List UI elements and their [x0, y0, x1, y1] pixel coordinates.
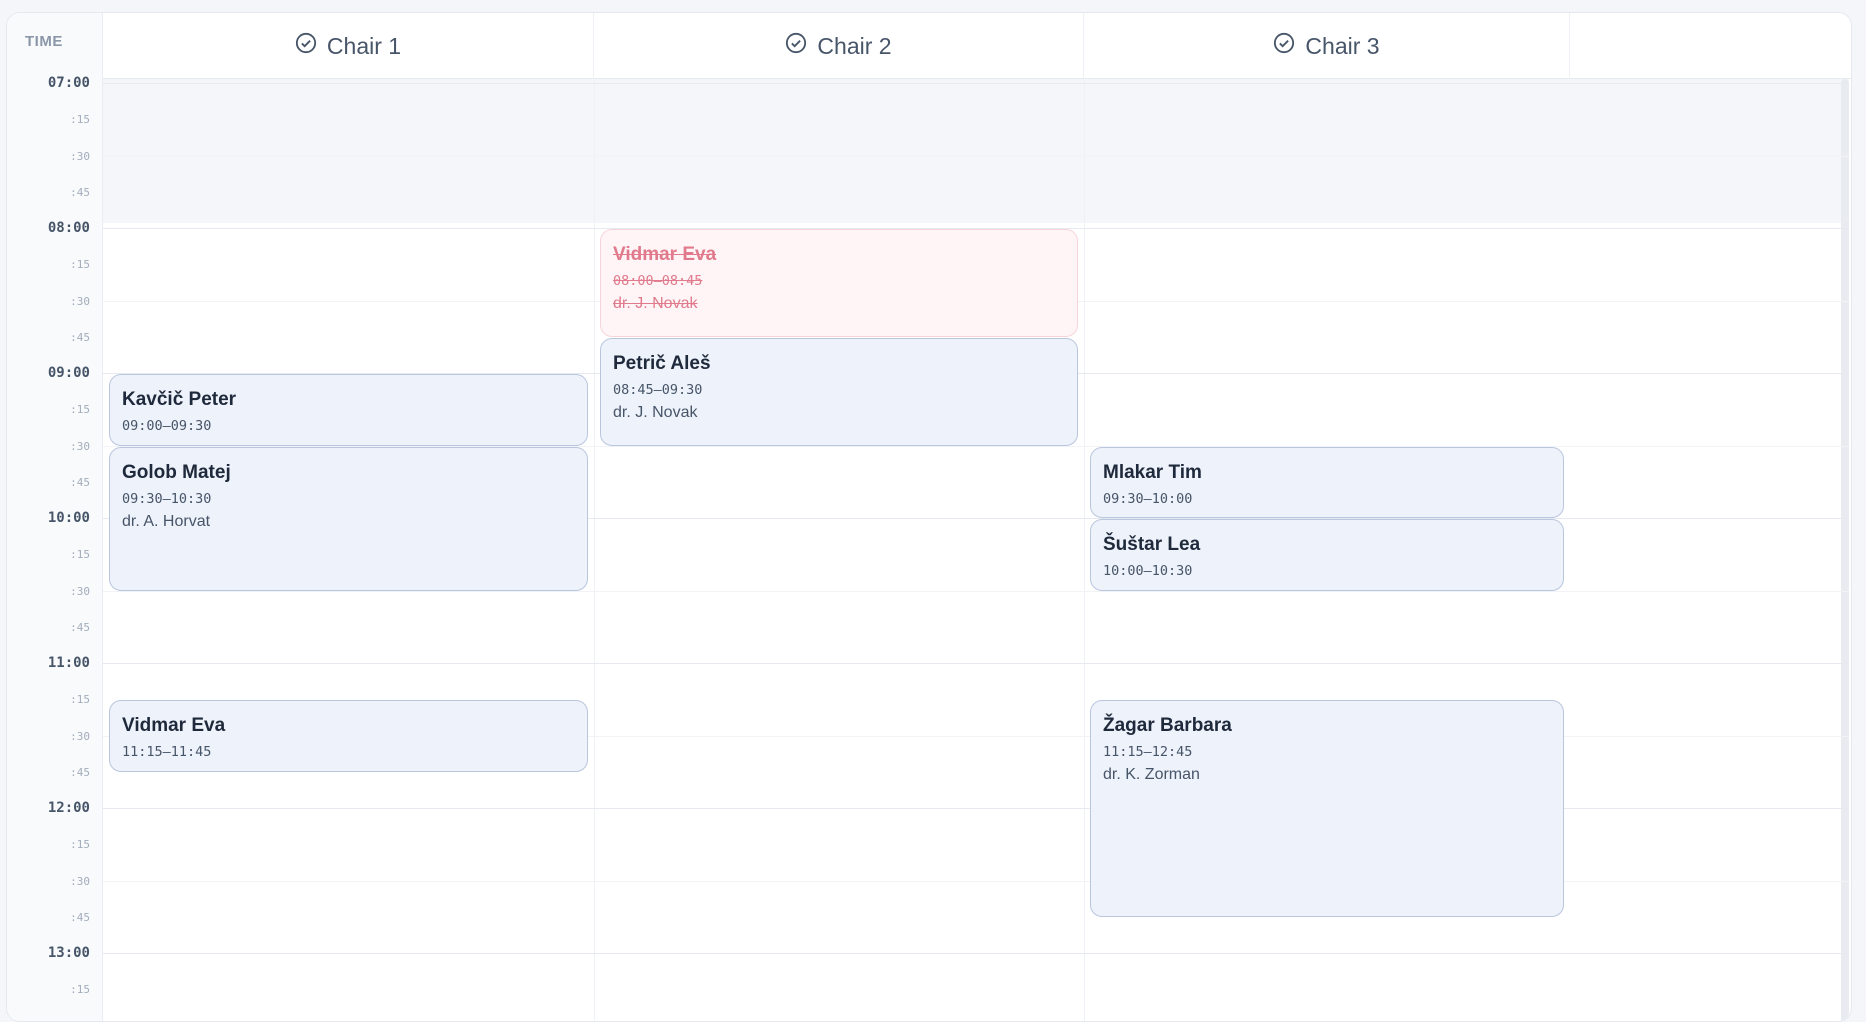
check-circle-icon	[1273, 32, 1295, 60]
time-label-quarter: :15	[70, 983, 90, 997]
appointment-patient-name: Vidmar Eva	[122, 715, 226, 737]
appointment-card[interactable]: Golob Matej 09:30–10:30 dr. A. Horvat	[109, 446, 588, 591]
appointment-time-range: 09:30–10:30	[122, 490, 212, 507]
appointment-card[interactable]: Mlakar Tim 09:30–10:00	[1090, 446, 1564, 518]
time-label-quarter: :15	[70, 693, 90, 707]
appointment-patient-name: Šuštar Lea	[1103, 534, 1201, 555]
time-label-hour: 12:00	[47, 800, 90, 816]
chair-2-header[interactable]: Chair 2	[594, 13, 1084, 79]
chair-3-label: Chair 3	[1305, 32, 1380, 59]
time-column: 07:00 :15 :30 :45 08:00 :15 :30 :45 09:00 :15 :30:…	[7, 75, 103, 1021]
appointment-patient-name: Golob Matej	[122, 461, 231, 483]
chair-3-header[interactable]: Chair 3	[1084, 13, 1570, 79]
hour-gridline	[103, 83, 1849, 84]
time-label-quarter: :45	[70, 620, 90, 634]
appointment-patient-name: Kavčič Peter	[122, 389, 237, 410]
time-label-quarter: :45	[70, 475, 90, 489]
appointment-time-range: 08:45–09:30	[613, 381, 703, 398]
appointment-card-cancelled[interactable]: Vidmar Eva 08:00–08:45 dr. J. Novak	[600, 229, 1078, 337]
hour-gridline	[103, 808, 1849, 809]
appointment-time-range: 08:00–08:45	[613, 273, 703, 289]
time-label-hour: 13:00	[47, 945, 90, 961]
appointment-card[interactable]: Kavčič Peter 09:00–09:30	[109, 374, 588, 446]
appointment-patient-name: Žagar Barbara	[1103, 715, 1232, 737]
time-label-quarter: :15	[70, 548, 90, 562]
time-label-quarter: :15	[70, 403, 90, 417]
time-label-quarter: :30	[70, 874, 90, 888]
time-label-quarter: :45	[70, 185, 90, 199]
time-label-hour: 09:00	[47, 365, 90, 381]
appointment-time-range: 11:15–12:45	[1103, 744, 1193, 761]
appointment-time-range: 09:30–10:00	[1103, 490, 1193, 507]
hour-gridline	[103, 953, 1849, 954]
appointment-patient-name: Petrič Aleš	[613, 352, 711, 374]
time-label-hour: 08:00	[47, 220, 90, 236]
appointment-patient-name: Vidmar Eva	[613, 244, 717, 265]
time-column-header: TIME	[7, 13, 103, 79]
time-label-quarter: :30	[70, 149, 90, 163]
half-hour-gridline	[103, 155, 1849, 157]
appointment-doctor: dr. J. Novak	[613, 403, 698, 421]
appointment-doctor: dr. K. Zorman	[1103, 766, 1200, 784]
time-label-quarter: :15	[70, 838, 90, 852]
time-label-quarter: :45	[70, 765, 90, 779]
appointment-time-range: 09:00–09:30	[122, 418, 212, 434]
appointment-time-range: 11:15–11:45	[122, 744, 212, 761]
appointment-doctor: dr. J. Novak	[613, 295, 698, 312]
appointment-card[interactable]: Žagar Barbara 11:15–12:45 dr. K. Zorman	[1090, 700, 1564, 917]
calendar-grid[interactable]: 07:00 :15 :30 :45 08:00 :15 :30 :45 09:00 :15 :30:…	[7, 75, 1851, 1021]
appointment-time-range: 10:00–10:30	[1103, 563, 1193, 579]
time-label-quarter: :30	[70, 439, 90, 453]
off-hours-shading	[103, 79, 1849, 223]
schedule-calendar: TIME Chair 1 Chair 2 Chair 3 07:00 :15 :30…	[6, 12, 1852, 1022]
check-circle-icon	[295, 32, 317, 60]
appointment-patient-name: Mlakar Tim	[1103, 461, 1202, 483]
time-label-quarter: :15	[70, 113, 90, 127]
chair-2-label: Chair 2	[817, 32, 892, 59]
time-label-quarter: :30	[70, 584, 90, 598]
appointment-doctor: dr. A. Horvat	[122, 512, 211, 530]
time-label-quarter: :45	[70, 330, 90, 344]
appointment-card[interactable]: Petrič Aleš 08:45–09:30 dr. J. Novak	[600, 337, 1078, 446]
time-label-quarter: :15	[70, 258, 90, 272]
time-label-quarter: :30	[70, 294, 90, 308]
check-circle-icon	[785, 32, 807, 60]
time-label-hour: 11:00	[47, 655, 90, 671]
half-hour-gridline	[103, 880, 1849, 882]
appointment-card[interactable]: Vidmar Eva 11:15–11:45	[109, 700, 588, 772]
calendar-header: TIME Chair 1 Chair 2 Chair 3	[7, 13, 1851, 79]
half-hour-gridline	[103, 590, 1849, 592]
time-label-quarter: :30	[70, 729, 90, 743]
appointment-card[interactable]: Šuštar Lea 10:00–10:30	[1090, 519, 1564, 591]
time-label-hour: 07:00	[47, 75, 90, 91]
chair-1-label: Chair 1	[326, 32, 402, 59]
hour-gridline	[103, 663, 1849, 664]
time-label-hour: 10:00	[47, 510, 90, 526]
time-label-quarter: :45	[70, 910, 90, 924]
chair-1-header[interactable]: Chair 1	[103, 13, 594, 79]
